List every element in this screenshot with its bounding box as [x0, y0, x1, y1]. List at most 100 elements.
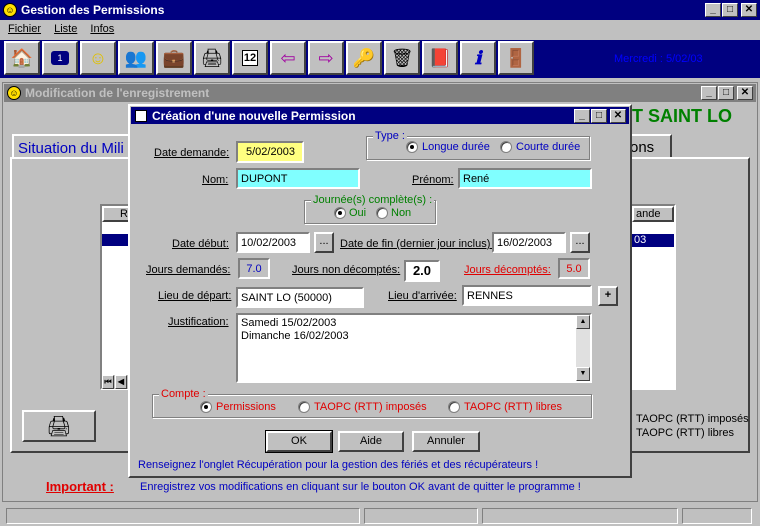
arrow-right-icon: ⇨ [318, 47, 334, 68]
dialog-minimize-button[interactable]: _ [574, 108, 590, 123]
status-cell [682, 508, 752, 524]
annuler-button[interactable]: Annuler [412, 431, 480, 452]
modification-title-bar: ☺ Modification de l'enregistrement _ □ ✕ [4, 84, 756, 102]
modif-maximize-button[interactable]: □ [718, 86, 734, 100]
dialog-hint: Renseignez l'onglet Récupération pour la… [138, 459, 539, 471]
left-table-scrollbar[interactable]: ⏮ ◀ [102, 375, 130, 389]
trash-tool-button[interactable]: 🗑 [384, 41, 420, 75]
compte-caption: Compte : [159, 388, 208, 400]
date-debut-picker-button[interactable]: ... [314, 232, 334, 253]
lieu-depart-field[interactable]: SAINT LO (50000) [236, 287, 364, 308]
briefcase-tool-button[interactable]: 💼 [156, 41, 192, 75]
status-cell [6, 508, 360, 524]
prenom-label: Prénom: [412, 174, 454, 186]
close-button[interactable]: ✕ [741, 3, 757, 17]
prenom-field[interactable]: René [458, 168, 592, 189]
toolbar-buttons: 🏠 1 ☺ 👥 💼 🖨 12 ⇦ ⇨ 🔑 🗑 📕 ℹ 🚪 [4, 41, 534, 75]
arrow-left-icon: ⇦ [280, 47, 296, 68]
nom-label: Nom: [202, 174, 229, 186]
modif-close-button[interactable]: ✕ [737, 86, 753, 100]
smiley-icon: ☺ [3, 3, 17, 17]
radio-empty-icon [448, 401, 460, 413]
calendar-tool-button[interactable]: 12 [232, 41, 268, 75]
date-fin-field[interactable]: 16/02/2003 [492, 232, 566, 253]
maximize-button[interactable]: □ [722, 3, 738, 17]
smiley-icon: ☺ [7, 86, 21, 100]
journee-group: Journée(s) complète(s) : [304, 194, 436, 224]
dialog-close-button[interactable]: ✕ [610, 108, 626, 123]
date-demande-field[interactable]: 5/02/2003 [236, 141, 304, 163]
date-debut-field[interactable]: 10/02/2003 [236, 232, 310, 253]
radio-selected-icon [406, 141, 418, 153]
form-tool-button[interactable]: 1 [42, 41, 78, 75]
justification-scrollbar[interactable]: ▲ ▼ [576, 315, 590, 381]
date-fin-picker-button[interactable]: ... [570, 232, 590, 253]
keys-tool-button[interactable]: 🔑 [346, 41, 382, 75]
radio-empty-icon [298, 401, 310, 413]
app-title: Gestion des Permissions [21, 3, 165, 17]
scroll-first-icon[interactable]: ⏮ [102, 375, 114, 389]
print-button[interactable]: 🖨 [22, 410, 96, 442]
menu-fichier[interactable]: Fichier [8, 23, 41, 35]
scroll-down-icon[interactable]: ▼ [576, 367, 590, 381]
compte-right-imposes: TAOPC (RTT) imposés [636, 413, 749, 425]
home-icon: 🏠 [10, 47, 34, 68]
jours-non-decomptes-field[interactable]: 2.0 [404, 260, 440, 282]
compte-imposes-radio[interactable]: TAOPC (RTT) imposés [298, 401, 427, 413]
info-icon: ℹ [474, 47, 482, 68]
jours-demandes-value: 7.0 [238, 258, 270, 279]
justification-textarea[interactable]: Samedi 15/02/2003 Dimanche 16/02/2003 [236, 313, 592, 383]
next-tool-button[interactable]: ⇨ [308, 41, 344, 75]
scroll-up-icon[interactable]: ▲ [576, 315, 590, 329]
type-longue-radio[interactable]: Longue durée [406, 141, 490, 153]
smiley-tool-button[interactable]: ☺ [80, 41, 116, 75]
modification-title: Modification de l'enregistrement [25, 86, 210, 100]
aide-button[interactable]: Aide [338, 431, 404, 452]
justification-line: Samedi 15/02/2003 [241, 317, 337, 329]
book-icon: 📕 [428, 47, 452, 68]
date-demande-label: Date demande: [154, 147, 230, 159]
left-table-header: R [102, 206, 130, 222]
nom-field[interactable]: DUPONT [236, 168, 360, 189]
tab-situation-label: Situation du Mili [18, 140, 124, 157]
status-bar [0, 506, 760, 526]
compte-permissions-radio[interactable]: Permissions [200, 401, 276, 413]
left-table [100, 204, 130, 390]
justification-line: Dimanche 16/02/2003 [241, 330, 349, 342]
menu-liste[interactable]: Liste [54, 23, 77, 35]
info-tool-button[interactable]: ℹ [460, 41, 496, 75]
scroll-prev-icon[interactable]: ◀ [115, 375, 127, 389]
left-table-selected-row[interactable] [102, 234, 130, 246]
lieu-arrivee-field[interactable]: RENNES [462, 285, 592, 306]
date-fin-label: Date de fin (dernier jour inclus) : [340, 238, 497, 250]
right-table-selected-row[interactable]: 03 [632, 234, 674, 247]
type-courte-radio[interactable]: Courte durée [500, 141, 580, 153]
printer-tool-button[interactable]: 🖨 [194, 41, 230, 75]
prev-tool-button[interactable]: ⇦ [270, 41, 306, 75]
ok-button[interactable]: OK [265, 430, 333, 453]
menu-infos[interactable]: Infos [90, 23, 114, 35]
date-display: Mercredi : 5/02/03 [614, 53, 703, 65]
trash-icon: 🗑 [390, 47, 414, 68]
tab-situation[interactable]: Situation du Mili [12, 134, 142, 158]
jours-decomptes-label: Jours décomptés: [464, 264, 551, 276]
add-lieu-button[interactable]: + [598, 286, 618, 306]
justification-label: Justification: [168, 316, 229, 328]
book-tool-button[interactable]: 📕 [422, 41, 458, 75]
radio-selected-icon [200, 401, 212, 413]
modif-minimize-button[interactable]: _ [701, 86, 717, 100]
people-tool-button[interactable]: 👥 [118, 41, 154, 75]
type-caption: Type : [373, 130, 407, 142]
calendar-icon: 12 [241, 50, 259, 66]
home-tool-button[interactable]: 🏠 [4, 41, 40, 75]
compte-libres-radio[interactable]: TAOPC (RTT) libres [448, 401, 562, 413]
minimize-button[interactable]: _ [705, 3, 721, 17]
menu-bar: Fichier Liste Infos [8, 23, 124, 39]
important-text: Enregistrez vos modifications en cliquan… [140, 481, 581, 493]
exit-tool-button[interactable]: 🚪 [498, 41, 534, 75]
journee-non-radio[interactable]: Non [376, 207, 411, 219]
form-icon: 1 [51, 51, 69, 65]
jours-decomptes-value: 5.0 [558, 258, 590, 279]
dialog-maximize-button[interactable]: □ [591, 108, 607, 123]
journee-oui-radio[interactable]: Oui [334, 207, 366, 219]
